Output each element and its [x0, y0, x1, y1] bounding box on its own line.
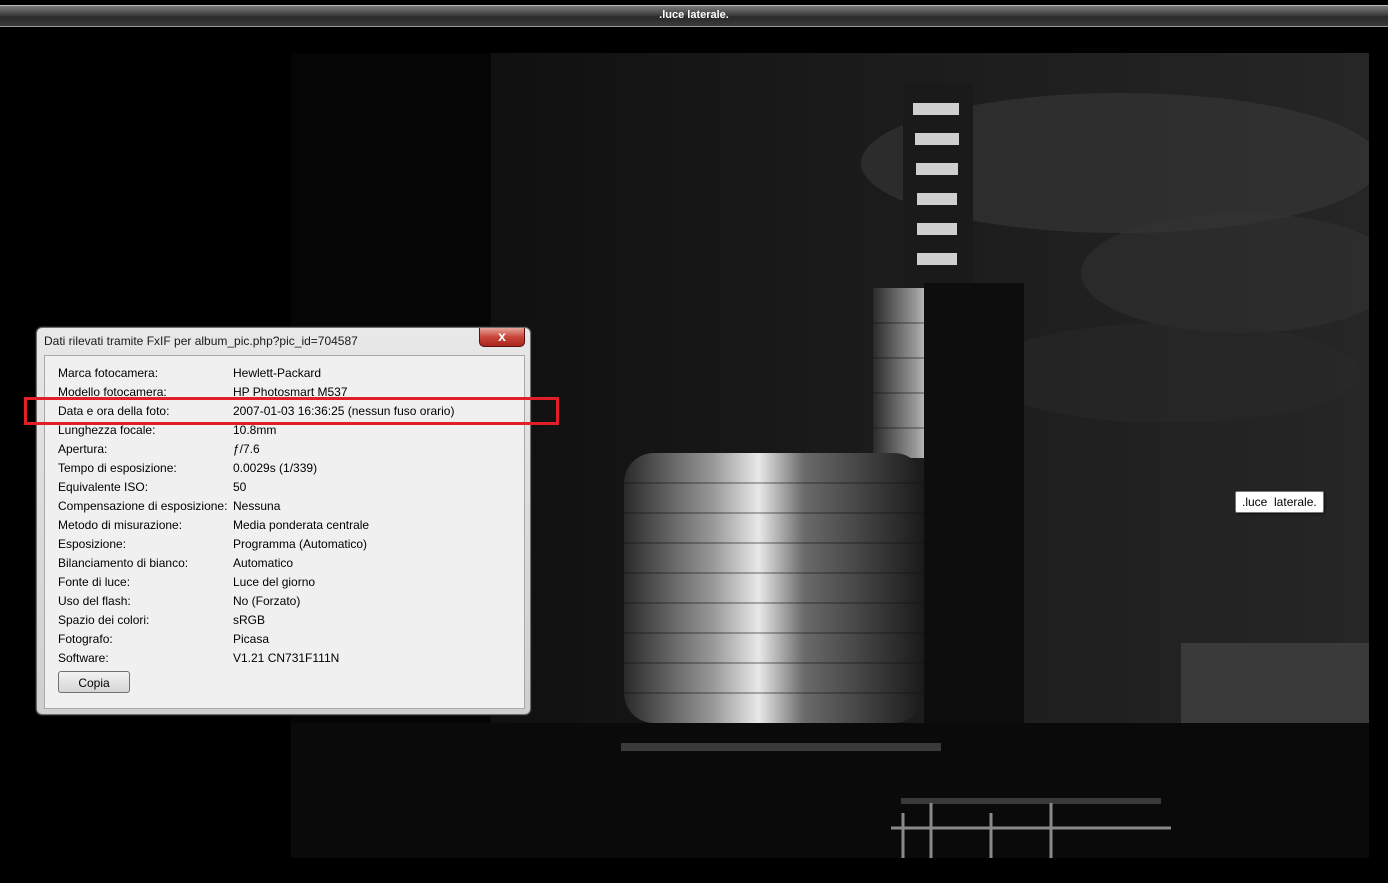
exif-value: Picasa — [233, 632, 270, 646]
window-title: .luce laterale. — [659, 9, 729, 21]
exif-label: Tempo di esposizione: — [58, 461, 177, 475]
exif-value: 50 — [233, 480, 247, 494]
exif-value: V1.21 CN731F111N — [233, 651, 340, 665]
window-title-bar: .luce laterale. — [0, 0, 1388, 28]
copy-button[interactable]: Copia — [58, 671, 130, 693]
exif-value: Luce del giorno — [233, 575, 316, 589]
exif-label: Uso del flash: — [58, 594, 131, 608]
exif-label: Bilanciamento di bianco: — [58, 556, 189, 570]
exif-value: sRGB — [233, 613, 266, 627]
exif-value: Automatico — [233, 556, 294, 570]
photo-tooltip: .luce laterale. — [1235, 491, 1324, 513]
exif-value: Hewlett-Packard — [233, 366, 322, 380]
exif-label: Software: — [58, 651, 109, 665]
dialog-title: Dati rilevati tramite FxIF per album_pic… — [44, 334, 358, 348]
close-button[interactable]: x — [479, 328, 525, 347]
exif-label: Compensazione di esposizione: — [58, 499, 228, 513]
exif-value: ƒ/7.6 — [233, 442, 260, 456]
exif-label: Metodo di misurazione: — [58, 518, 183, 532]
exif-label: Marca fotocamera: — [58, 366, 159, 380]
highlight-box — [24, 397, 559, 425]
exif-label: Spazio dei colori: — [58, 613, 150, 627]
exif-label: Equivalente ISO: — [58, 480, 149, 494]
exif-label: Fonte di luce: — [58, 575, 131, 589]
fxif-dialog: Dati rilevati tramite FxIF per album_pic… — [36, 327, 531, 715]
exif-label: Esposizione: — [58, 537, 127, 551]
exif-value: Nessuna — [233, 499, 281, 513]
close-icon: x — [498, 328, 506, 344]
exif-value: 0.0029s (1/339) — [233, 461, 318, 475]
exif-label: Fotografo: — [58, 632, 113, 646]
exif-label: Apertura: — [58, 442, 108, 456]
exif-value: 10.8mm — [233, 423, 277, 437]
exif-value: Media ponderata centrale — [233, 518, 370, 532]
exif-value: No (Forzato) — [233, 594, 301, 608]
exif-label: Lunghezza focale: — [58, 423, 156, 437]
exif-value: Programma (Automatico) — [233, 537, 368, 551]
